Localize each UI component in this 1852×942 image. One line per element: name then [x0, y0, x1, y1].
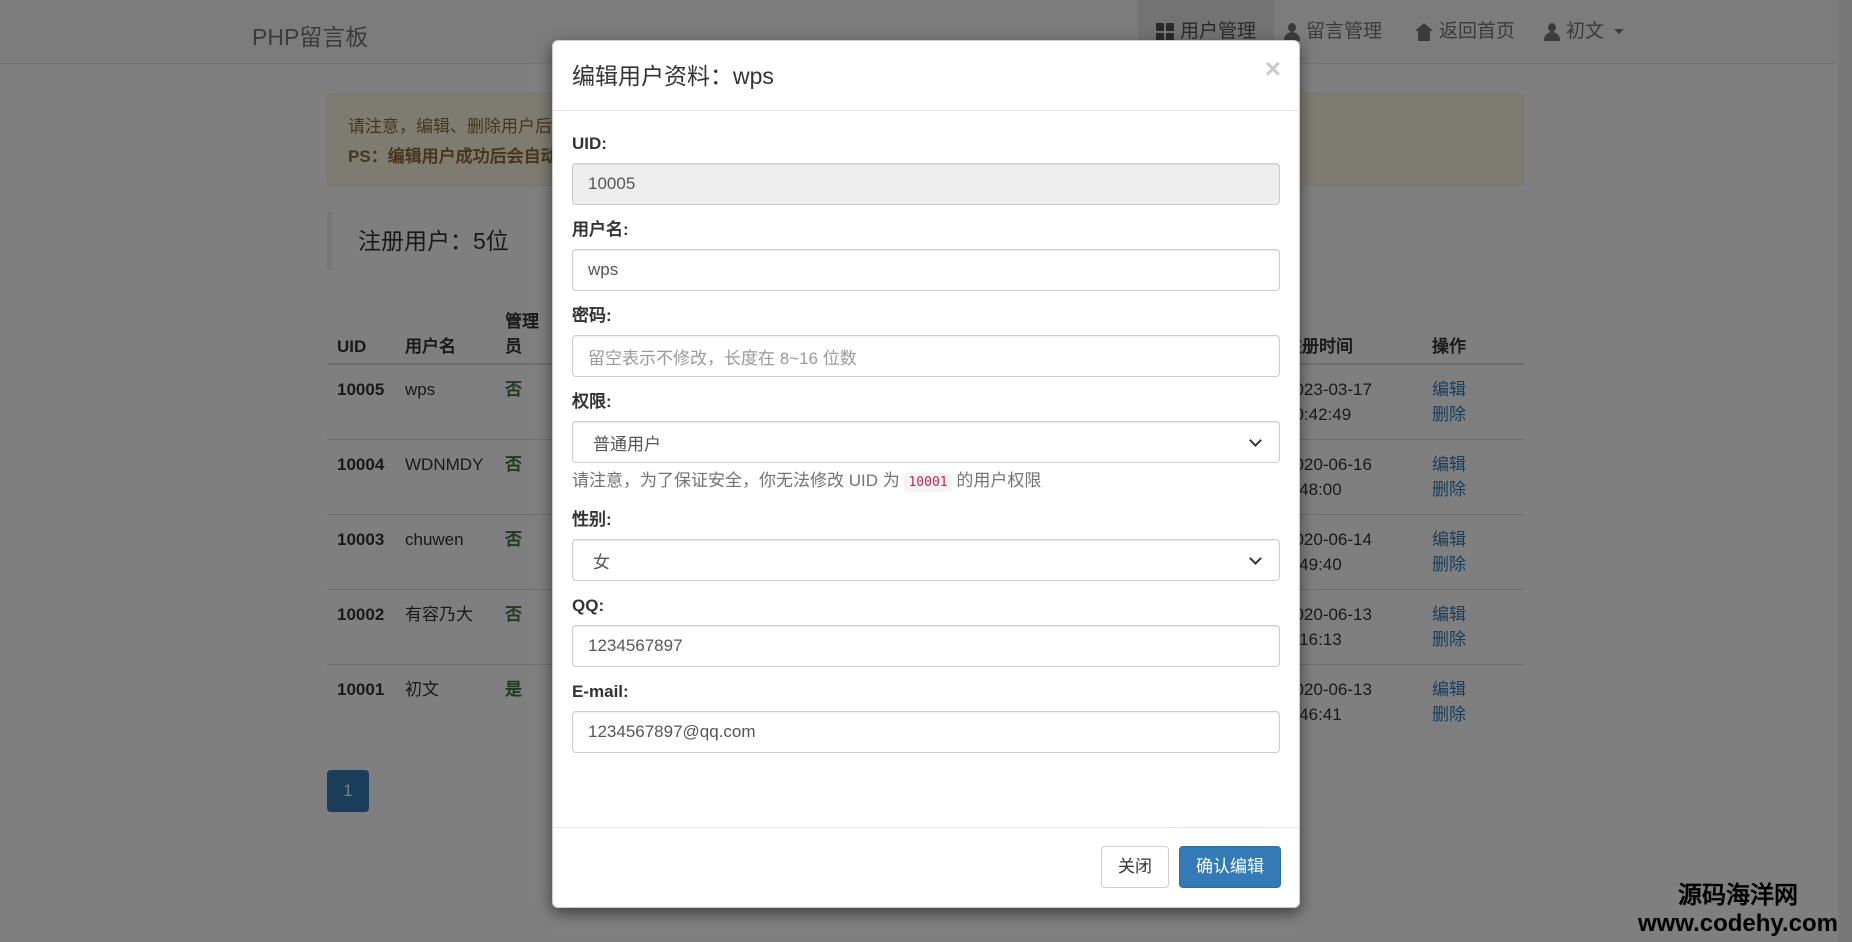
modal-header: 编辑用户资料：wps ×	[553, 41, 1299, 111]
qq-group: QQ: 1234567897	[572, 595, 1280, 667]
gender-group: 性别: 女	[572, 509, 1280, 581]
role-label: 权限:	[572, 392, 612, 411]
watermark-line-1: 源码海洋网	[1677, 882, 1798, 909]
edit-user-modal: 编辑用户资料：wps × UID: 10005 用户名: wps 密码: 留空表…	[552, 40, 1300, 908]
watermark-line-2: www.codehy.com	[1637, 910, 1838, 937]
password-group: 密码: 留空表示不修改，长度在 8~16 位数	[572, 305, 1280, 377]
email-label: E-mail:	[572, 682, 629, 701]
uid-group: UID: 10005	[572, 133, 1280, 205]
password-label: 密码:	[572, 306, 612, 325]
watermark: 源码海洋网 www.codehy.com	[1638, 882, 1838, 938]
email-group: E-mail: 1234567897@qq.com	[572, 681, 1280, 753]
qq-label: QQ:	[572, 596, 605, 615]
close-button[interactable]: 关闭	[1101, 846, 1169, 888]
role-group: 权限: 普通用户 请注意，为了保证安全，你无法修改 UID 为 10001 的用…	[572, 391, 1280, 495]
email-field[interactable]: 1234567897@qq.com	[572, 711, 1280, 753]
gender-selected-value: 女	[593, 552, 610, 572]
uid-field: 10005	[572, 163, 1280, 205]
role-help-text: 请注意，为了保证安全，你无法修改 UID 为 10001 的用户权限	[572, 471, 1042, 492]
chevron-down-icon	[1249, 433, 1262, 447]
gender-label: 性别:	[572, 510, 612, 529]
role-select[interactable]: 普通用户	[572, 421, 1280, 463]
username-label: 用户名:	[572, 220, 629, 239]
username-field[interactable]: wps	[572, 249, 1280, 291]
close-icon[interactable]: ×	[1265, 55, 1281, 83]
gender-select[interactable]: 女	[572, 539, 1280, 581]
modal-title: 编辑用户资料：wps	[572, 63, 774, 89]
modal-body: UID: 10005 用户名: wps 密码: 留空表示不修改，长度在 8~16…	[553, 111, 1299, 753]
role-selected-value: 普通用户	[593, 434, 661, 454]
username-group: 用户名: wps	[572, 219, 1280, 291]
password-field[interactable]: 留空表示不修改，长度在 8~16 位数	[572, 335, 1280, 377]
uid-code: 10001	[904, 473, 952, 492]
modal-footer: 关闭 确认编辑	[553, 827, 1299, 907]
chevron-down-icon	[1249, 551, 1262, 565]
uid-label: UID:	[572, 134, 607, 153]
confirm-edit-button[interactable]: 确认编辑	[1179, 846, 1281, 888]
qq-field[interactable]: 1234567897	[572, 625, 1280, 667]
